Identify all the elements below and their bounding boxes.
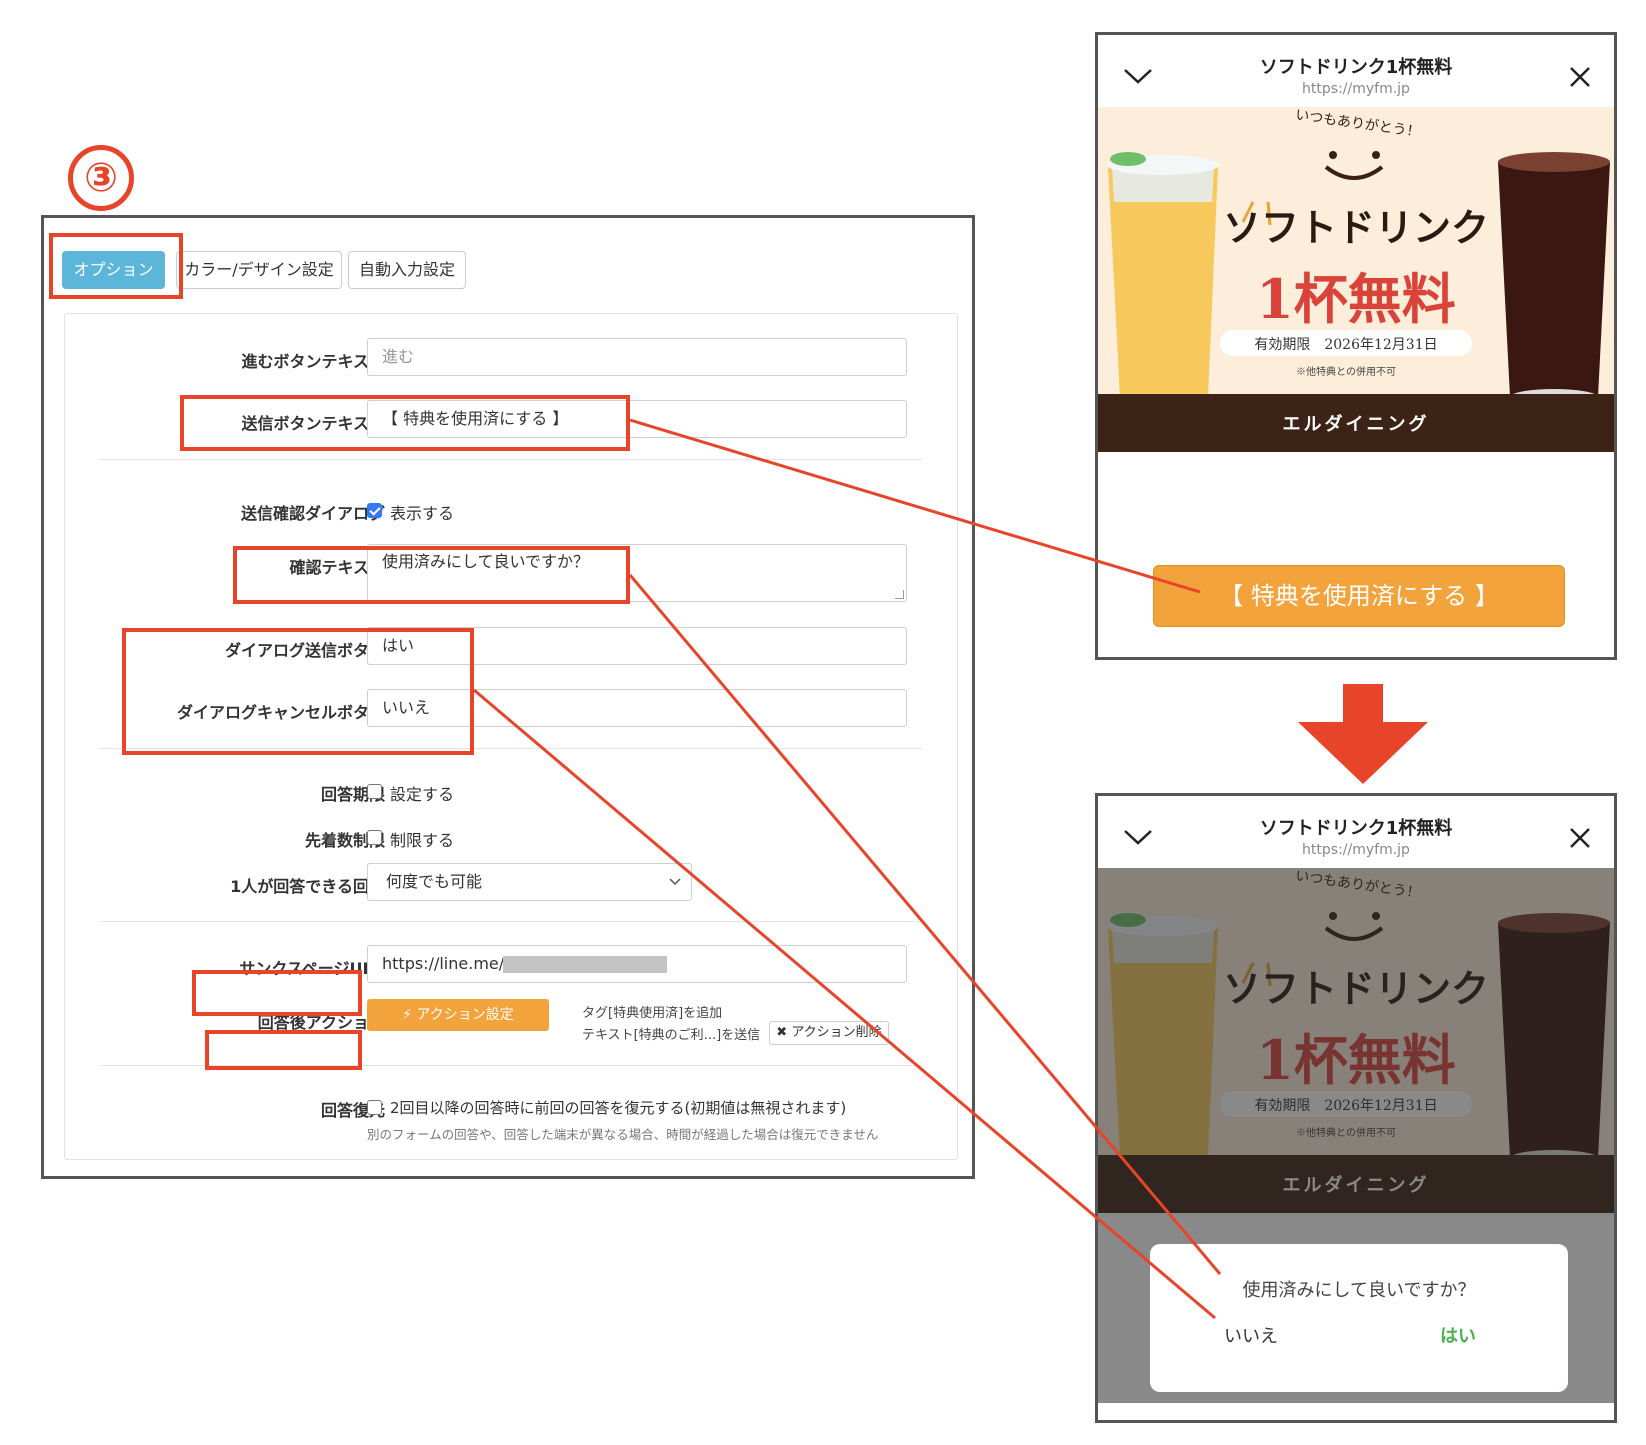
answer-restore-checkbox-label: 2回目以降の回答時に前回の回答を復元する(初期値は無視されます) xyxy=(390,1099,847,1117)
action-settings-button[interactable]: ⚡ アクション設定 xyxy=(367,999,549,1031)
answers-per-person-label: 1人が回答できる回数 xyxy=(230,877,385,896)
confirm-dialog: 使用済みにして良いですか？ いいえ はい xyxy=(1150,1244,1568,1392)
highlight-dialog-buttons xyxy=(122,628,474,755)
step-number: ③ xyxy=(68,145,134,211)
divider xyxy=(100,921,922,922)
phone-header: ソフトドリンク1杯無料 https://myfm.jp xyxy=(1098,796,1614,868)
first-come-limit-checkbox[interactable] xyxy=(367,830,382,845)
action-delete-button[interactable]: ✖ アクション削除 xyxy=(769,1021,889,1045)
phone-title: ソフトドリンク1杯無料 xyxy=(1259,57,1453,78)
tab-auto-input[interactable]: 自動入力設定 xyxy=(348,251,466,289)
tab-color-design[interactable]: カラー/デザイン設定 xyxy=(176,251,342,289)
answer-deadline-checkbox[interactable] xyxy=(367,784,382,799)
answers-per-person-select[interactable]: 何度でも可能 xyxy=(367,863,692,901)
highlight-confirm-text xyxy=(233,546,630,604)
banner-shop-name: エルダイニング xyxy=(1282,414,1430,435)
confirm-dialog-checkbox[interactable] xyxy=(367,503,382,518)
confirm-dialog-label: 送信確認ダイアログ xyxy=(240,504,385,523)
banner-note: ※他特典との併用不可 xyxy=(1296,367,1396,378)
answer-restore-note: 別のフォームの回答や、回答した端末が異なる場合、時間が経過した場合は復元できませ… xyxy=(367,1127,879,1142)
arrow-down-icon xyxy=(1298,684,1428,784)
thanks-page-url-input[interactable]: https://line.me/ xyxy=(367,945,907,983)
banner-offer: 1杯無料 xyxy=(1256,267,1456,331)
highlight-options-tab xyxy=(49,233,183,299)
next-button-text-input[interactable]: 進む xyxy=(367,338,907,376)
banner-expiry: 有効期限 2026年12月31日 xyxy=(1254,337,1438,353)
highlight-post-answer-action xyxy=(205,1030,362,1070)
chevron-down-icon xyxy=(669,878,681,886)
phone-title: ソフトドリンク1杯無料 xyxy=(1259,818,1453,839)
confirm-dialog-message: 使用済みにして良いですか？ xyxy=(1242,1280,1476,1301)
phone-url: https://myfm.jp xyxy=(1302,81,1410,97)
phone-url: https://myfm.jp xyxy=(1302,842,1410,858)
highlight-thanks-page-url xyxy=(192,970,362,1016)
phone-header: ソフトドリンク1杯無料 https://myfm.jp xyxy=(1098,35,1614,107)
answers-per-person-value: 何度でも可能 xyxy=(386,872,483,891)
coupon-banner: いつもありがとう！ ソフトドリンク 1杯無料 有効期限 2026年12月31日 … xyxy=(1098,107,1614,452)
textarea-resize-handle[interactable] xyxy=(895,590,904,599)
phone-submit-button[interactable]: 【 特典を使用済にする 】 xyxy=(1153,565,1565,627)
next-button-text-label: 進むボタンテキスト xyxy=(241,352,385,371)
confirm-dialog-ok-button[interactable]: はい xyxy=(1440,1322,1476,1348)
close-icon[interactable] xyxy=(1568,826,1592,850)
close-icon[interactable] xyxy=(1568,65,1592,89)
phone-preview-before: ソフトドリンク1杯無料 https://myfm.jp いつもありがとう！ ソフ… xyxy=(1095,32,1617,660)
banner-shop-bar: エルダイニング xyxy=(1098,394,1614,452)
highlight-submit-button-text xyxy=(180,395,630,451)
answer-restore-checkbox[interactable] xyxy=(367,1100,382,1115)
first-come-limit-checkbox-label: 制限する xyxy=(390,831,455,850)
confirm-dialog-checkbox-label: 表示する xyxy=(390,504,455,523)
action-summary-tag: タグ[特典使用済]を追加 xyxy=(582,1006,723,1021)
action-summary-text: テキスト[特典のご利...]を送信 xyxy=(582,1028,761,1043)
confirm-dialog-cancel-button[interactable]: いいえ xyxy=(1224,1322,1278,1348)
thanks-page-url-value: https://line.me/ xyxy=(382,954,505,973)
phone-preview-after: ソフトドリンク1杯無料 https://myfm.jp いつもありがとう！ ソフ… xyxy=(1095,793,1617,1423)
redacted-block xyxy=(503,956,667,973)
answer-deadline-checkbox-label: 設定する xyxy=(390,785,455,804)
banner-headline: ソフトドリンク xyxy=(1222,205,1489,250)
divider xyxy=(100,459,922,460)
